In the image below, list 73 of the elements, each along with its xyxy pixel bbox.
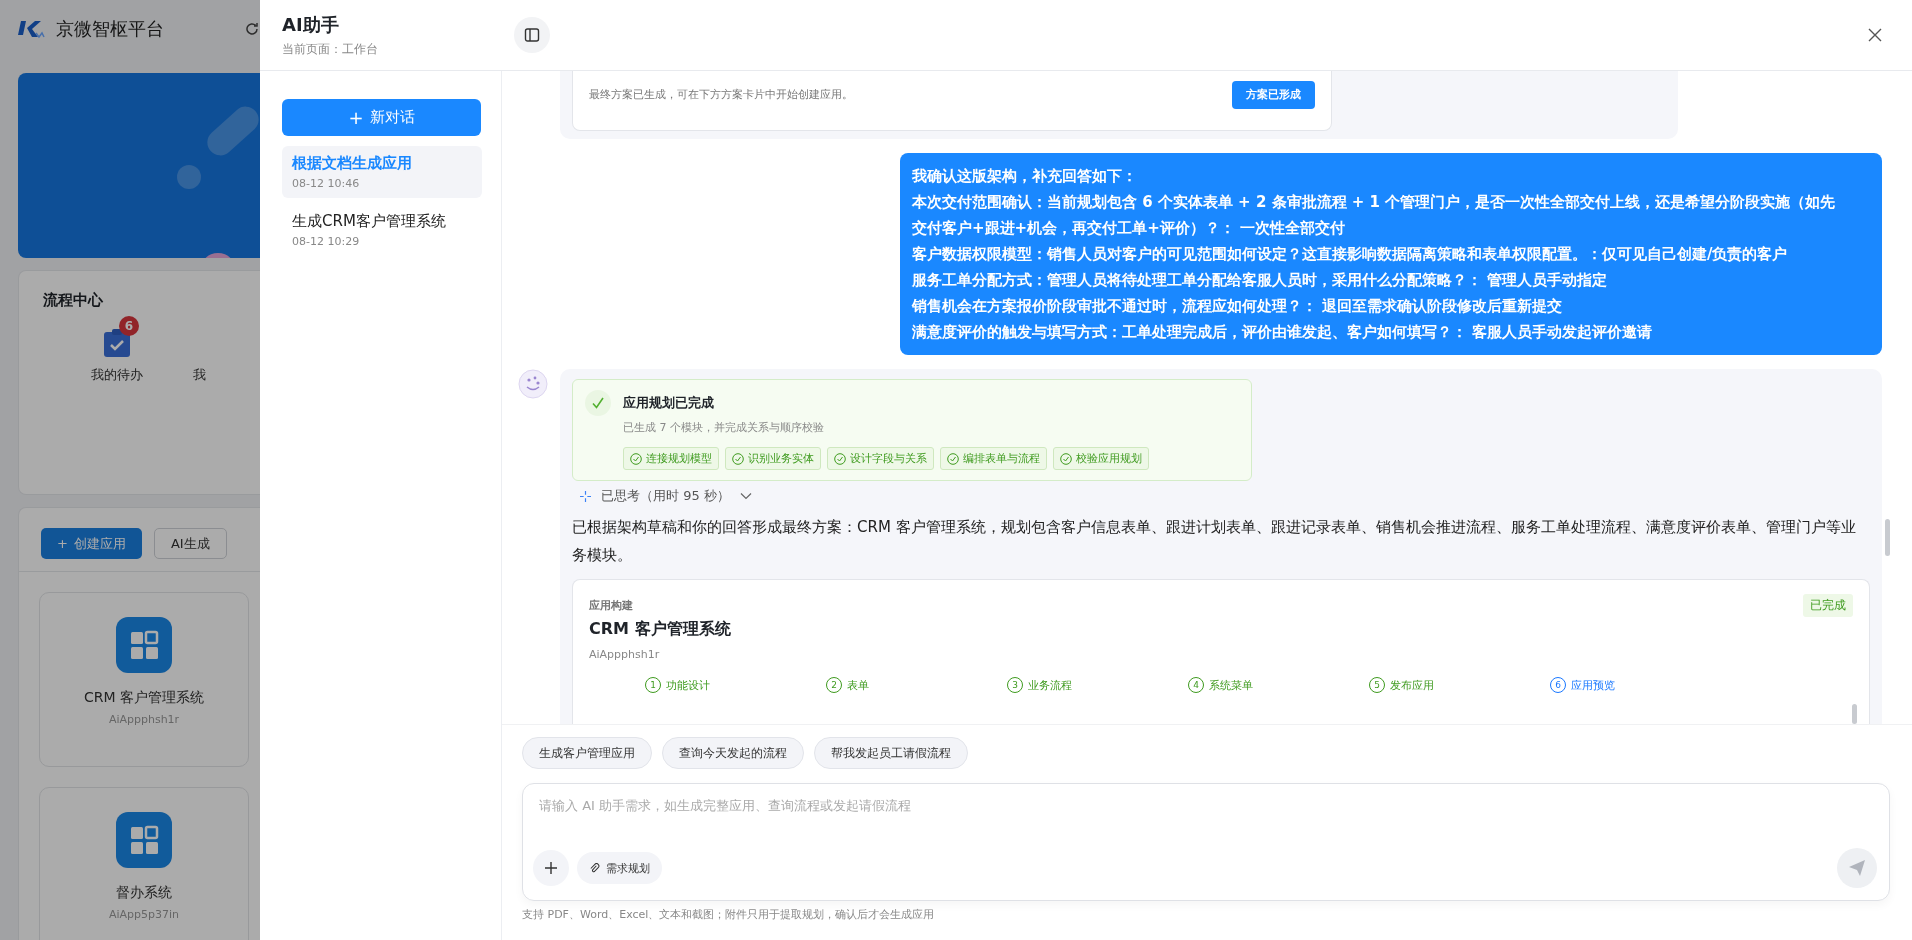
app-name: 督办系统 (116, 884, 172, 902)
process-item-label[interactable]: 我 (193, 366, 206, 384)
step-chip: 校验应用规划 (1053, 447, 1149, 470)
app-card[interactable]: 督办系统 AiApp5p37in (39, 787, 249, 940)
step-chip: 识别业务实体 (725, 447, 821, 470)
composer-hint: 支持 PDF、Word、Excel、文本和截图；附件只用于提取规划，确认后才会生成应用 (522, 907, 936, 922)
build-label: 应用构建 (589, 598, 633, 613)
sparkle-icon (580, 490, 591, 502)
app-code: AiAppphsh1r (589, 648, 661, 661)
step-chip: 编排表单与流程 (940, 447, 1047, 470)
app-title: CRM 客户管理系统 (589, 619, 732, 640)
refresh-icon[interactable] (244, 21, 260, 37)
chevron-icon[interactable] (739, 492, 752, 500)
sidebar-panel-icon (524, 27, 540, 43)
message-line: 销售机会在方案报价阶段审批不通过时，流程应如何处理？： 退回至需求确认阶段修改后重新提交 (912, 296, 1564, 317)
notice-text: 最终方案已生成，可在下方方案卡片中开始创建应用。 (589, 87, 854, 102)
status-tag: 已完成 (1803, 594, 1853, 617)
add-button[interactable] (533, 850, 569, 886)
answer-paragraph: 已根据架构草稿和你的回答形成最终方案：CRM 客户管理系统，规划包含客户信息表单、跟进计划表单、跟进记录表单、销售机会推进流程、服务工单处理流程、满意度评价表单、管理门户等业务模块。 (572, 517, 1857, 566)
drawer-subtitle: 当前页面：工作台 (282, 40, 379, 58)
step-label: 发布应用 (1390, 677, 1434, 693)
step-label: 系统菜单 (1209, 677, 1253, 693)
conversation-title: 生成CRM客户管理系统 (292, 212, 447, 231)
brand-name: 京微智枢平台 (56, 17, 164, 41)
step-label: 功能设计 (666, 677, 710, 693)
close-icon[interactable] (1868, 28, 1882, 42)
grid-icon (116, 812, 172, 868)
check-circle-icon (834, 452, 846, 465)
send-icon (1848, 859, 1866, 877)
app-code: AiAppphsh1r (108, 713, 180, 726)
conversation-item[interactable]: 生成CRM客户管理系统 08-12 10:29 (282, 204, 482, 256)
step-label: 表单 (847, 677, 869, 693)
clipboard-icon (103, 328, 131, 358)
sidebar-toggle-button[interactable] (514, 17, 550, 53)
message-line: 服务工单分配方式：管理人员将待处理工单分配给客服人员时，采用什么分配策略？： 管理人员手动指定 (912, 270, 1609, 291)
toolbar-button[interactable]: AI生成 (153, 528, 227, 559)
message-line: 满意度评价的触发与填写方式：工单处理完成后，评价由谁发起、客户如何填写？： 客服人员手动发起评价邀请 (912, 322, 1654, 343)
count-badge: 6 (119, 316, 139, 336)
step-chip: 设计字段与关系 (827, 447, 934, 470)
plan-title: 应用规划已完成 (623, 394, 715, 412)
logo-icon (18, 19, 46, 39)
paperclip-icon (589, 862, 600, 874)
check-circle-icon (1060, 452, 1072, 465)
drawer-title: AI助手 (282, 12, 340, 37)
assistant-avatar-icon (518, 369, 548, 399)
app-card[interactable]: CRM 客户管理系统 AiAppphsh1r (39, 592, 249, 767)
grid-icon (116, 617, 172, 673)
check-circle-icon (630, 452, 642, 465)
conversation-time: 08-12 10:29 (292, 235, 361, 248)
message-line: 我确认这版架构，补充回答如下： (912, 166, 1138, 187)
suggestion-chip[interactable]: 帮我发起员工请假流程 (814, 737, 968, 769)
check-circle-icon (947, 452, 959, 465)
step-label: 业务流程 (1028, 677, 1072, 693)
message-line: 本次交付范围确认：当前规划包含 6 个实体表单 + 2 条审批流程 + 1 个管理门户，是否一次性全部交付上线，还是希望分阶段实施（如先交付客户+跟进+机会，再交付工单+评价）？： 一次性全部交付 (912, 192, 1837, 239)
conversation-time: 08-12 10:46 (292, 177, 361, 190)
check-circle-icon (732, 452, 744, 465)
plan-subtitle: 已生成 7 个模块，并完成关系与顺序校验 (623, 420, 825, 435)
scrollbar[interactable] (1852, 704, 1857, 724)
check-circle-icon (585, 390, 611, 416)
app-name: CRM 客户管理系统 (83, 689, 204, 707)
step-label: 应用预览 (1571, 677, 1615, 693)
suggestion-chip[interactable]: 生成客户管理应用 (522, 737, 652, 769)
app-code: AiApp5p37in (108, 908, 180, 921)
thinking-label[interactable]: 已思考（用时 95 秒） (601, 487, 730, 505)
section-title: 流程中心 (43, 291, 104, 310)
message-line: 客户数据权限模型：销售人员对客户的可见范围如何设定？这直接影响数据隔离策略和表单权限配置。：仅可见自己创建/负责的客户 (912, 244, 1789, 265)
scrollbar[interactable] (1885, 519, 1890, 556)
plus-icon (544, 861, 558, 875)
suggestion-chip[interactable]: 查询今天发起的流程 (662, 737, 804, 769)
conversation-title: 根据文档生成应用 (292, 154, 413, 173)
requirement-chip[interactable]: 需求规划 (577, 852, 662, 884)
process-item-label[interactable]: 我的待办 (91, 366, 143, 384)
step-chip: 连接规划模型 (623, 447, 719, 470)
